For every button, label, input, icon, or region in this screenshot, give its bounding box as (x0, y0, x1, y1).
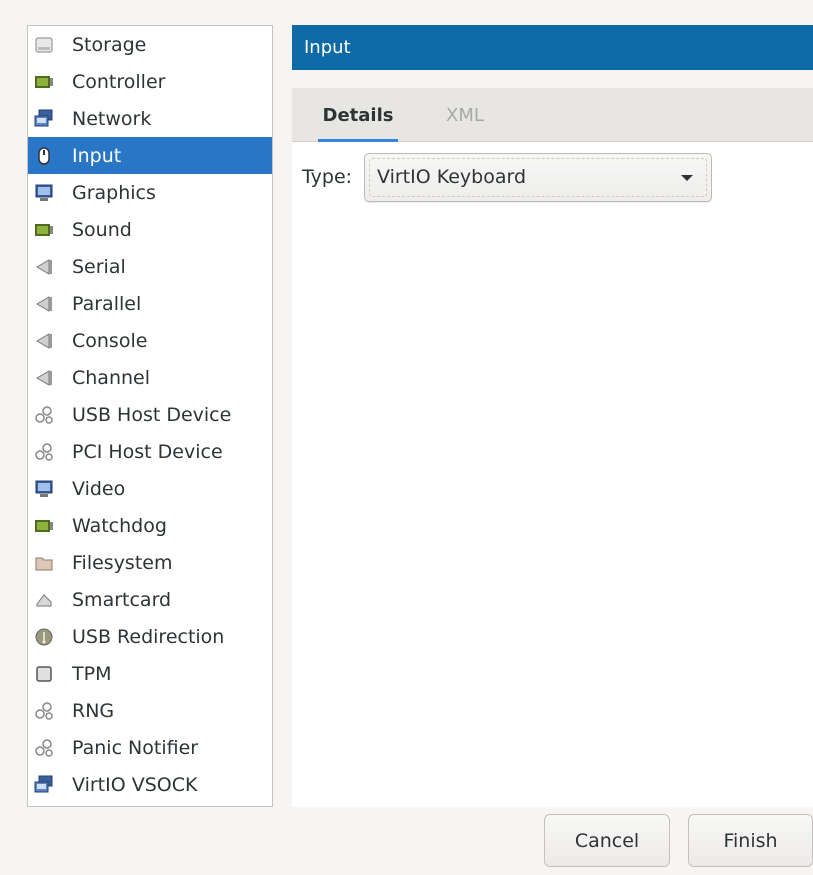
sidebar-item-label: Storage (72, 33, 147, 56)
finish-button[interactable]: Finish (688, 814, 813, 867)
sidebar-item-label: Filesystem (72, 551, 173, 574)
sidebar-item-network[interactable]: Network (28, 100, 272, 137)
sidebar-item-serial[interactable]: Serial (28, 248, 272, 285)
usb-redirection-icon (34, 627, 54, 647)
mouse-icon (34, 146, 54, 166)
sidebar-item-label: VirtIO VSOCK (72, 773, 198, 796)
cancel-button[interactable]: Cancel (544, 814, 670, 867)
sidebar-item-label: Panic Notifier (72, 736, 199, 759)
sidebar-item-tpm[interactable]: TPM (28, 655, 272, 692)
type-dropdown-value: VirtIO Keyboard (377, 166, 527, 188)
network-icon (34, 109, 54, 129)
video-icon (34, 479, 54, 499)
controller-icon (34, 72, 54, 92)
channel-icon (34, 368, 54, 388)
monitor-icon (34, 183, 54, 203)
storage-icon (34, 35, 54, 55)
sidebar-item-watchdog[interactable]: Watchdog (28, 507, 272, 544)
sidebar-item-label: Parallel (72, 292, 142, 315)
sidebar-item-graphics[interactable]: Graphics (28, 174, 272, 211)
page-title-bar: Input (292, 25, 813, 70)
sidebar-item-rng[interactable]: RNG (28, 692, 272, 729)
sidebar-item-channel[interactable]: Channel (28, 359, 272, 396)
sidebar-item-label: Input (72, 144, 122, 167)
folder-icon (34, 553, 54, 573)
sidebar-item-virtio-vsock[interactable]: VirtIO VSOCK (28, 766, 272, 803)
type-dropdown[interactable]: VirtIO Keyboard (364, 153, 712, 202)
sidebar-item-label: Console (72, 329, 148, 352)
sidebar-item-controller[interactable]: Controller (28, 63, 272, 100)
type-label: Type: (302, 166, 353, 188)
sidebar-item-video[interactable]: Video (28, 470, 272, 507)
chevron-down-icon (681, 175, 693, 181)
sidebar-item-label: Sound (72, 218, 132, 241)
sidebar-item-sound[interactable]: Sound (28, 211, 272, 248)
sidebar-item-storage[interactable]: Storage (28, 26, 272, 63)
tpm-chip-icon (34, 664, 54, 684)
rng-icon (34, 701, 54, 721)
usb-host-device-icon (34, 405, 54, 425)
tab-bar: Details XML (292, 88, 813, 142)
sidebar-item-smartcard[interactable]: Smartcard (28, 581, 272, 618)
sidebar-item-label: USB Host Device (72, 403, 232, 426)
details-panel: Type: VirtIO Keyboard (292, 142, 813, 807)
sidebar-item-label: Controller (72, 70, 166, 93)
sidebar-item-label: Serial (72, 255, 126, 278)
sidebar-item-console[interactable]: Console (28, 322, 272, 359)
serial-port-icon (34, 257, 54, 277)
console-icon (34, 331, 54, 351)
pci-host-device-icon (34, 442, 54, 462)
sidebar-item-label: PCI Host Device (72, 440, 223, 463)
sound-card-icon (34, 220, 54, 240)
tab-details[interactable]: Details (310, 88, 406, 142)
sidebar-item-label: Network (72, 107, 152, 130)
sidebar-item-usb-host-device[interactable]: USB Host Device (28, 396, 272, 433)
sidebar-item-label: Channel (72, 366, 151, 389)
smartcard-icon (34, 590, 54, 610)
page-title: Input (304, 37, 351, 58)
sidebar-item-pci-host-device[interactable]: PCI Host Device (28, 433, 272, 470)
sidebar-item-label: Video (72, 477, 126, 500)
sidebar-item-filesystem[interactable]: Filesystem (28, 544, 272, 581)
sidebar-item-label: Watchdog (72, 514, 167, 537)
sidebar-item-label: Graphics (72, 181, 156, 204)
sidebar-item-parallel[interactable]: Parallel (28, 285, 272, 322)
sidebar-item-label: Smartcard (72, 588, 172, 611)
sidebar-item-usb-redirection[interactable]: USB Redirection (28, 618, 272, 655)
sidebar-item-panic-notifier[interactable]: Panic Notifier (28, 729, 272, 766)
sidebar-item-label: RNG (72, 699, 115, 722)
sidebar-item-label: TPM (72, 662, 112, 685)
sidebar-item-label: USB Redirection (72, 625, 225, 648)
tab-xml[interactable]: XML (430, 88, 500, 142)
device-list-items: Storage Controller Network Input Graphics Sou… (28, 26, 272, 803)
sidebar-item-input[interactable]: Input (28, 137, 272, 174)
device-list[interactable]: Storage Controller Network Input Graphics Sou… (27, 25, 273, 807)
parallel-port-icon (34, 294, 54, 314)
watchdog-icon (34, 516, 54, 536)
panic-notifier-icon (34, 738, 54, 758)
vsock-icon (34, 775, 54, 795)
